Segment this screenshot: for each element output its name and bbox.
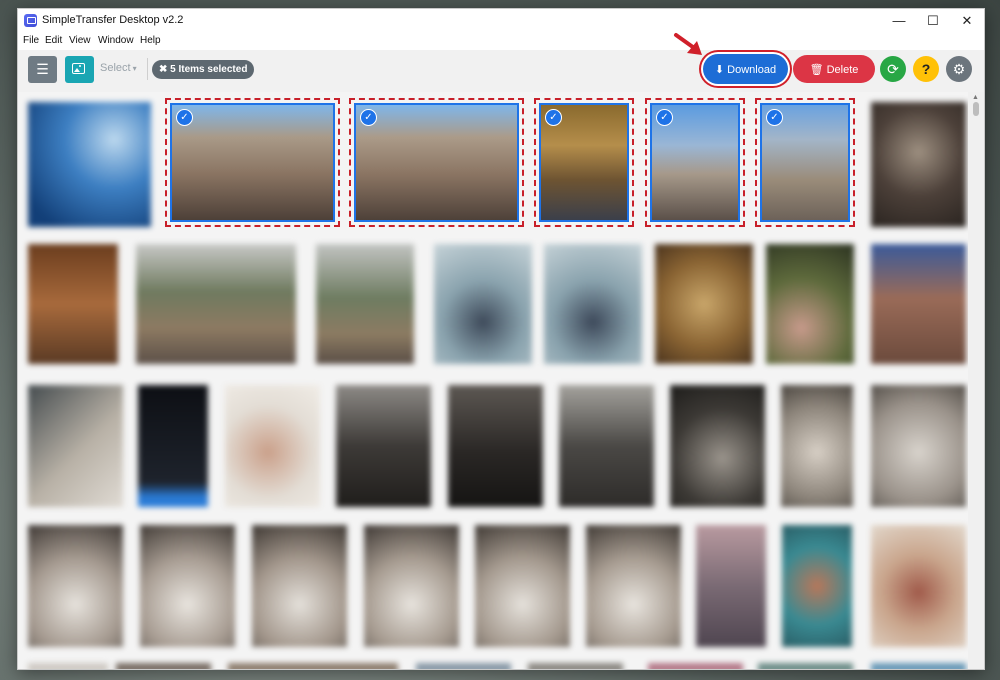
- app-window: SimpleTransfer Desktop v2.2 — ☐ ✕ File E…: [17, 8, 985, 670]
- photo-thumbnail[interactable]: [655, 244, 753, 364]
- photo-thumbnail[interactable]: [871, 244, 966, 364]
- photo-thumbnail[interactable]: [544, 244, 642, 364]
- scroll-up-icon[interactable]: ▲: [972, 94, 979, 101]
- photo-thumbnail[interactable]: [336, 385, 431, 507]
- photo-thumbnail[interactable]: [871, 525, 966, 647]
- close-button[interactable]: ✕: [950, 9, 984, 33]
- maximize-button[interactable]: ☐: [916, 9, 950, 33]
- menu-help[interactable]: Help: [140, 35, 161, 46]
- photos-view-button[interactable]: [65, 56, 94, 83]
- selected-photo[interactable]: ✓: [165, 98, 340, 227]
- photo-thumbnail[interactable]: [782, 525, 852, 647]
- photo-thumbnail[interactable]: [28, 244, 118, 364]
- checkmark-icon: ✓: [766, 109, 783, 126]
- photo-thumbnail[interactable]: [225, 385, 320, 507]
- photo-thumbnail[interactable]: [416, 663, 511, 669]
- photo-thumbnail[interactable]: [28, 102, 151, 227]
- photo-thumbnail[interactable]: ✓: [170, 103, 335, 222]
- toolbar-divider: [147, 58, 148, 80]
- photo-thumbnail[interactable]: [138, 385, 208, 507]
- photo-thumbnail[interactable]: [559, 385, 654, 507]
- window-title: SimpleTransfer Desktop v2.2: [42, 14, 184, 26]
- photo-thumbnail[interactable]: [28, 385, 123, 507]
- selected-photo[interactable]: ✓: [645, 98, 745, 227]
- photo-thumbnail[interactable]: [140, 525, 235, 647]
- select-dropdown[interactable]: Select ▾: [100, 62, 137, 74]
- photo-icon: [72, 63, 85, 74]
- refresh-icon[interactable]: ⟳: [880, 56, 906, 82]
- photo-thumbnail[interactable]: [871, 385, 966, 507]
- photo-thumbnail[interactable]: [136, 244, 296, 364]
- arrow-pointer-icon: [674, 33, 702, 55]
- menu-bar: File Edit View Window Help: [18, 33, 984, 50]
- photo-thumbnail[interactable]: [448, 385, 543, 507]
- checkmark-icon: ✓: [360, 109, 377, 126]
- download-button[interactable]: ⬇ Download: [703, 54, 788, 84]
- menu-view[interactable]: View: [69, 35, 91, 46]
- photo-thumbnail[interactable]: ✓: [760, 103, 850, 222]
- photo-thumbnail[interactable]: ✓: [539, 103, 629, 222]
- menu-edit[interactable]: Edit: [45, 35, 62, 46]
- photo-thumbnail[interactable]: [528, 663, 623, 669]
- chevron-down-icon: ▾: [132, 64, 137, 73]
- app-icon: [24, 14, 37, 27]
- selected-photo[interactable]: ✓: [349, 98, 524, 227]
- photo-thumbnail[interactable]: [781, 385, 853, 507]
- selected-photo[interactable]: ✓: [534, 98, 634, 227]
- vertical-scrollbar[interactable]: ▲: [968, 92, 984, 669]
- selected-photo[interactable]: ✓: [755, 98, 855, 227]
- photo-thumbnail[interactable]: [434, 244, 532, 364]
- toolbar: ☰ Select ▾ ✖ 5 Items selected ⬇ Download …: [18, 33, 984, 92]
- photo-thumbnail[interactable]: [586, 525, 681, 647]
- photo-thumbnail[interactable]: [648, 663, 743, 669]
- delete-button[interactable]: 🗑 Delete: [793, 55, 875, 83]
- checkmark-icon: ✓: [545, 109, 562, 126]
- photo-thumbnail[interactable]: [228, 663, 398, 669]
- scrollbar-thumb[interactable]: [973, 102, 979, 116]
- photo-thumbnail[interactable]: [758, 663, 853, 669]
- checkmark-icon: ✓: [656, 109, 673, 126]
- photo-thumbnail[interactable]: [871, 102, 966, 227]
- selection-count-badge[interactable]: ✖ 5 Items selected: [152, 60, 255, 79]
- help-icon[interactable]: ?: [913, 56, 939, 82]
- hamburger-menu-button[interactable]: ☰: [28, 56, 57, 83]
- photo-thumbnail[interactable]: [116, 663, 211, 669]
- checkmark-icon: ✓: [176, 109, 193, 126]
- photo-gallery: ✓ ✓ ✓ ✓ ✓: [18, 92, 968, 669]
- photo-thumbnail[interactable]: ✓: [650, 103, 740, 222]
- photo-thumbnail[interactable]: [766, 244, 854, 364]
- photo-thumbnail[interactable]: [475, 525, 570, 647]
- photo-thumbnail[interactable]: [364, 525, 459, 647]
- title-bar: SimpleTransfer Desktop v2.2 — ☐ ✕: [18, 9, 984, 33]
- photo-thumbnail[interactable]: [28, 525, 123, 647]
- minimize-button[interactable]: —: [882, 9, 916, 33]
- photo-thumbnail[interactable]: [871, 663, 966, 669]
- select-label: Select: [100, 62, 131, 74]
- photo-thumbnail[interactable]: [696, 525, 766, 647]
- photo-thumbnail[interactable]: [252, 525, 347, 647]
- photo-thumbnail[interactable]: [670, 385, 765, 507]
- menu-file[interactable]: File: [23, 35, 39, 46]
- menu-window[interactable]: Window: [98, 35, 134, 46]
- photo-thumbnail[interactable]: [28, 663, 108, 669]
- photo-thumbnail[interactable]: ✓: [354, 103, 519, 222]
- gear-icon[interactable]: ⚙: [946, 56, 972, 82]
- photo-thumbnail[interactable]: [316, 244, 414, 364]
